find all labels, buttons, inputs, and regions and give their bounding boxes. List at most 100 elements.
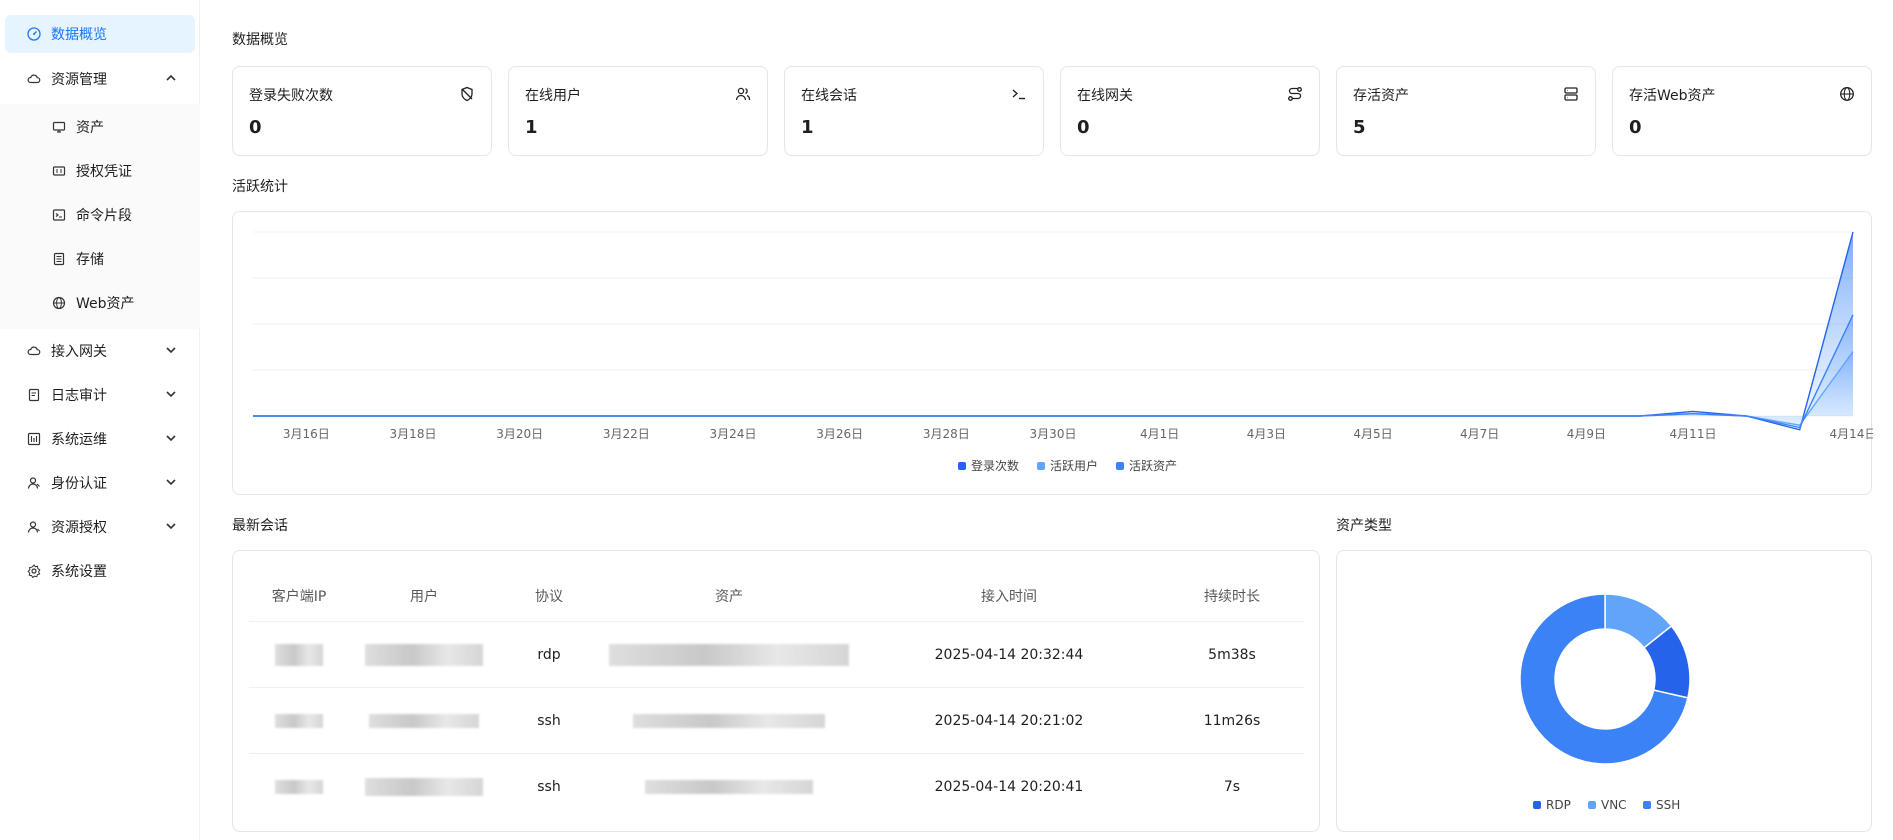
chevron-down-icon — [166, 523, 176, 530]
legend-label[interactable]: 活跃用户 — [1050, 458, 1098, 473]
sidebar-item-label: 身份认证 — [51, 476, 107, 492]
activity-chart-card: 3月16日 3月18日 3月20日 3月22日 3月24日 3月26日 3月28日 3月30日… — [232, 211, 1873, 495]
sidebar-item-identity[interactable]: 身份认证 — [5, 464, 195, 502]
user-cell — [349, 713, 499, 729]
user-icon — [27, 476, 41, 490]
section-title-sessions: 最新会话 — [232, 518, 288, 534]
sidebar-item-authz[interactable]: 资源授权 — [5, 508, 195, 546]
legend-swatch — [1643, 801, 1651, 809]
stat-card-online-sessions[interactable]: 在线会话 1 — [784, 66, 1044, 156]
section-title-activity: 活跃统计 — [232, 179, 288, 195]
sidebar-item-resource[interactable]: 资源管理 — [5, 60, 195, 98]
client-ip-cell — [249, 643, 349, 666]
asset-types-donut-chart: RDP VNC SSH — [1519, 593, 1691, 812]
column-header: 持续时长 — [1204, 589, 1260, 605]
sidebar-item-assets[interactable]: 资产 — [5, 108, 195, 146]
stat-label: 在线网关 — [1077, 88, 1133, 104]
stat-card-login-failures[interactable]: 登录失败次数 0 — [232, 66, 492, 156]
storage-icon — [52, 252, 66, 266]
terminal-icon — [1012, 89, 1025, 100]
sidebar-item-snippets[interactable]: 命令片段 — [5, 196, 195, 234]
stat-value: 0 — [249, 117, 262, 138]
monitor-icon — [52, 120, 66, 134]
x-tick-label: 4月14日 — [1830, 427, 1873, 441]
stat-label: 在线会话 — [801, 88, 857, 104]
time-cell: 2025-04-14 20:21:02 — [934, 712, 1084, 729]
redacted-value — [275, 713, 323, 728]
sidebar-item-label: 资产 — [76, 120, 104, 136]
ops-icon — [27, 432, 41, 446]
sidebar-item-web-assets[interactable]: Web资产 — [5, 284, 195, 322]
column-header: 客户端IP — [271, 589, 327, 605]
sidebar-item-audit[interactable]: 日志审计 — [5, 376, 195, 414]
shield-off-icon — [461, 86, 473, 102]
x-tick-label: 3月18日 — [390, 427, 437, 441]
redacted-value — [365, 777, 483, 796]
x-tick-label: 4月1日 — [1140, 427, 1179, 441]
sidebar-item-label: 命令片段 — [76, 208, 132, 224]
sidebar-item-ops[interactable]: 系统运维 — [5, 420, 195, 458]
users-icon — [735, 87, 751, 101]
stat-card-online-gateways[interactable]: 在线网关 0 — [1060, 66, 1320, 156]
client-ip-cell — [249, 779, 349, 795]
legend-label[interactable]: SSH — [1656, 798, 1680, 812]
asset-cell — [599, 643, 859, 666]
legend-label[interactable]: VNC — [1601, 798, 1627, 812]
x-tick-label: 4月9日 — [1567, 427, 1606, 441]
cloud-icon — [27, 72, 41, 86]
redacted-value — [633, 713, 825, 728]
stat-card-alive-assets[interactable]: 存活资产 5 — [1336, 66, 1596, 156]
sidebar-item-label: 资源管理 — [51, 72, 107, 88]
sidebar-item-overview[interactable]: 数据概览 — [5, 15, 195, 53]
table-row[interactable]: rdp 2025-04-14 20:32:44 5m38s — [249, 621, 1305, 687]
redacted-value — [609, 643, 849, 666]
duration-cell: 11m26s — [1203, 712, 1261, 729]
stat-label: 存活资产 — [1353, 88, 1409, 104]
x-tick-label: 3月24日 — [710, 427, 757, 441]
section-title-overview: 数据概览 — [232, 32, 288, 48]
app-root: 数据概览 资源管理 资产 授权凭证 命令片段 存储 Web资产 接入网关 日志审… — [0, 0, 1893, 840]
legend-label[interactable]: 登录次数 — [971, 458, 1019, 473]
x-tick-label: 4月5日 — [1353, 427, 1392, 441]
x-tick-label: 3月16日 — [283, 427, 330, 441]
sidebar-item-label: Web资产 — [76, 296, 135, 312]
x-tick-label: 3月20日 — [496, 427, 543, 441]
activity-chart: 3月16日 3月18日 3月20日 3月22日 3月24日 3月26日 3月28日 3月30日… — [253, 231, 1873, 473]
stat-value: 1 — [525, 117, 538, 138]
globe-icon — [1840, 87, 1854, 101]
chevron-down-icon — [166, 347, 176, 354]
sidebar-item-label: 数据概览 — [51, 27, 107, 43]
time-cell: 2025-04-14 20:32:44 — [934, 646, 1084, 663]
client-ip-cell — [249, 713, 349, 729]
gear-icon — [27, 564, 41, 578]
log-icon — [27, 388, 41, 402]
table-row[interactable]: ssh 2025-04-14 20:20:41 7s — [249, 753, 1305, 819]
asset-cell — [599, 713, 859, 729]
chevron-up-icon — [166, 74, 176, 81]
sidebar-item-settings[interactable]: 系统设置 — [5, 552, 195, 590]
sidebar-item-label: 存储 — [76, 252, 104, 268]
stat-label: 在线用户 — [525, 88, 581, 104]
user-key-icon — [27, 520, 41, 534]
series-line — [253, 351, 1854, 426]
table-row[interactable]: ssh 2025-04-14 20:21:02 11m26s — [249, 687, 1305, 753]
legend-label[interactable]: 活跃资产 — [1129, 459, 1177, 473]
series-area — [253, 351, 1853, 426]
protocol-cell: ssh — [537, 778, 561, 795]
legend-label[interactable]: RDP — [1546, 798, 1571, 812]
redacted-value — [365, 643, 483, 666]
stat-label: 存活Web资产 — [1629, 88, 1716, 104]
server-icon — [1564, 87, 1578, 101]
x-tick-label: 4月7日 — [1460, 427, 1499, 441]
column-header: 资产 — [715, 589, 743, 605]
stat-card-alive-web-assets[interactable]: 存活Web资产 0 — [1612, 66, 1872, 156]
section-title-asset-types: 资产类型 — [1336, 518, 1392, 534]
sidebar-item-storage[interactable]: 存储 — [5, 240, 195, 278]
duration-cell: 7s — [1223, 778, 1241, 795]
sidebar-item-credentials[interactable]: 授权凭证 — [5, 152, 195, 190]
stat-card-online-users[interactable]: 在线用户 1 — [508, 66, 768, 156]
sidebar-item-label: 日志审计 — [51, 388, 107, 404]
x-tick-label: 3月26日 — [816, 427, 863, 441]
sidebar-item-label: 系统设置 — [51, 564, 107, 580]
sidebar-item-gateway[interactable]: 接入网关 — [5, 332, 195, 370]
